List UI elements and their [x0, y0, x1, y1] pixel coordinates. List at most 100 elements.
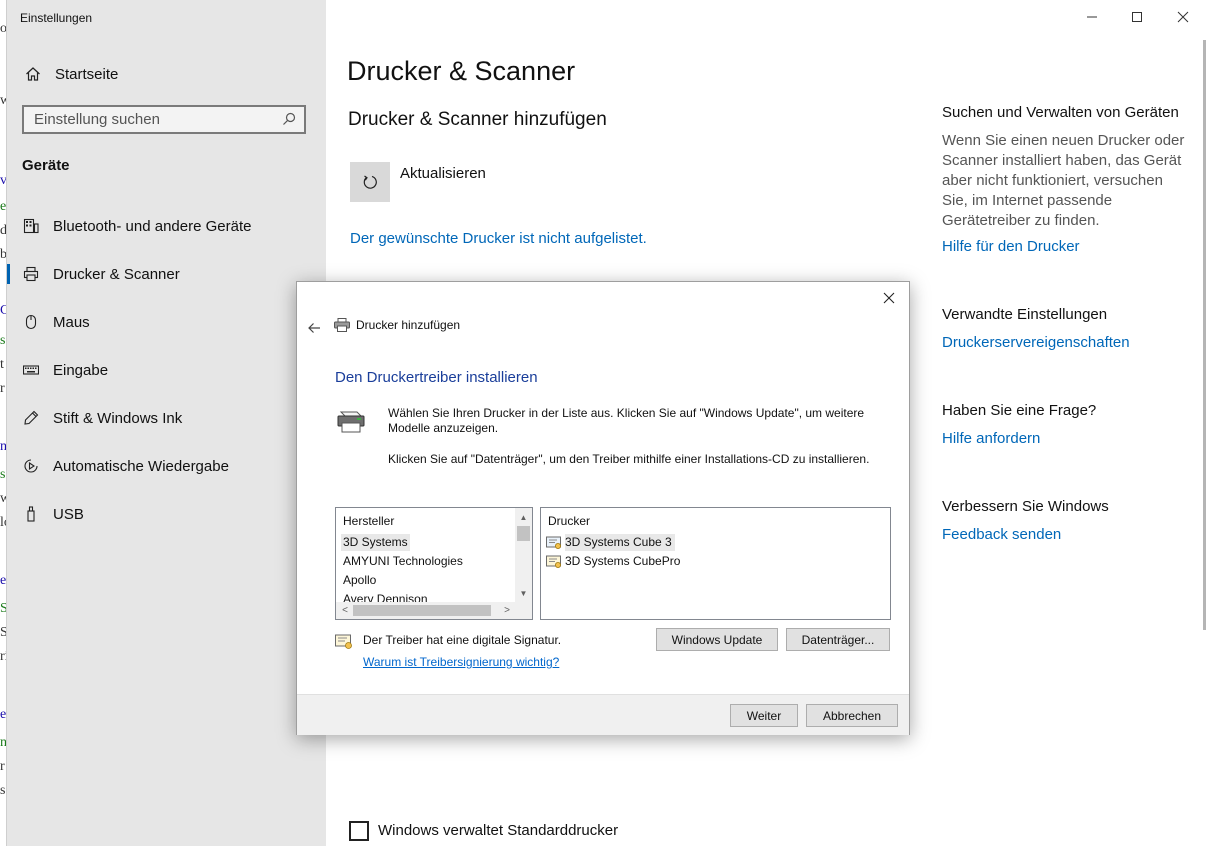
print-server-properties-link[interactable]: Druckerservereigenschaften	[942, 334, 1130, 351]
pen-icon	[22, 409, 40, 427]
dialog-close-button[interactable]	[875, 286, 903, 310]
background-text-fragment: n	[0, 736, 6, 750]
dialog-instruction-2: Klicken Sie auf "Datenträger", um den Tr…	[388, 452, 870, 466]
send-feedback-link[interactable]: Feedback senden	[942, 526, 1061, 543]
dialog-footer: Weiter Abbrechen	[297, 694, 909, 735]
sidebar-item-label: USB	[53, 505, 84, 523]
autoplay-icon	[22, 457, 40, 475]
background-text-fragment: C	[0, 304, 6, 318]
dialog-back-button[interactable]	[303, 318, 325, 338]
related-settings-heading: Verwandte Einstellungen	[942, 306, 1108, 323]
refresh-label: Aktualisieren	[400, 165, 486, 182]
background-text-fragment: e	[0, 574, 6, 588]
scrollbar-thumb[interactable]	[353, 605, 491, 616]
printer-list[interactable]: Drucker 3D Systems Cube 3 3D Systems Cub…	[540, 507, 891, 620]
page-scrollbar[interactable]	[1203, 40, 1206, 630]
manufacturer-vertical-scrollbar[interactable]: ▲ ▼	[515, 508, 532, 604]
maximize-icon	[1132, 12, 1142, 22]
minimize-button[interactable]	[1069, 4, 1115, 30]
background-text-fragment: e	[0, 200, 6, 214]
signature-status: Der Treiber hat eine digitale Signatur.	[363, 633, 562, 647]
signature-info-link[interactable]: Warum ist Treibersignierung wichtig?	[363, 655, 559, 669]
question-heading: Haben Sie eine Frage?	[942, 402, 1097, 419]
list-item[interactable]: 3D Systems CubePro	[546, 553, 683, 570]
mouse-icon	[22, 313, 40, 331]
find-devices-heading: Suchen und Verwalten von Geräten	[942, 104, 1179, 121]
scrollbar-thumb[interactable]	[517, 526, 530, 541]
default-printer-label: Windows verwaltet Standarddrucker	[378, 822, 619, 839]
sidebar-item-label: Drucker & Scanner	[53, 265, 180, 283]
keyboard-icon	[22, 361, 40, 379]
sidebar-item-printers[interactable]: Drucker & Scanner	[7, 252, 326, 296]
have-disk-button[interactable]: Datenträger...	[786, 628, 890, 651]
printer-help-link[interactable]: Hilfe für den Drucker	[942, 238, 1080, 255]
search-input[interactable]	[34, 111, 274, 128]
manufacturer-horizontal-scrollbar[interactable]: < >	[336, 602, 532, 619]
signed-driver-icon	[546, 555, 562, 569]
sidebar-item-label: Stift & Windows Ink	[53, 409, 183, 427]
printer-icon	[334, 318, 350, 332]
printer-not-listed-link[interactable]: Der gewünschte Drucker ist nicht aufgeli…	[350, 230, 647, 247]
list-item[interactable]: AMYUNI Technologies	[341, 553, 465, 570]
window-title: Einstellungen	[20, 11, 93, 25]
dialog-title: Den Druckertreiber installieren	[335, 369, 538, 386]
page-title: Drucker & Scanner	[347, 56, 576, 86]
minimize-icon	[1087, 16, 1097, 18]
scroll-left-arrow-icon[interactable]: <	[338, 602, 352, 619]
sidebar-item-autoplay[interactable]: Automatische Wiedergabe	[7, 444, 326, 488]
cancel-button[interactable]: Abbrechen	[806, 704, 898, 727]
background-text-fragment: lo	[0, 516, 6, 530]
default-printer-checkbox[interactable]	[349, 821, 369, 841]
search-icon[interactable]	[282, 112, 296, 131]
windows-update-button[interactable]: Windows Update	[656, 628, 778, 651]
get-help-link[interactable]: Hilfe anfordern	[942, 430, 1040, 447]
dialog-instruction-1: Wählen Sie Ihren Drucker in der Liste au…	[388, 406, 865, 435]
sidebar-item-bluetooth[interactable]: Bluetooth- und andere Geräte	[7, 204, 326, 248]
improve-windows-heading: Verbessern Sie Windows	[942, 498, 1109, 515]
refresh-icon	[363, 175, 377, 189]
next-button[interactable]: Weiter	[730, 704, 798, 727]
printer-name: 3D Systems Cube 3	[565, 534, 675, 551]
background-text-fragment: v	[0, 174, 6, 188]
sidebar-home[interactable]: Startseite	[23, 62, 118, 86]
background-text-fragment: t	[0, 358, 4, 372]
back-arrow-icon	[308, 323, 320, 333]
background-text-fragment: e	[0, 708, 6, 722]
background-text-fragment: b	[0, 248, 6, 262]
dialog-header-label: Drucker hinzufügen	[356, 318, 461, 332]
manufacturer-list[interactable]: Hersteller 3D Systems AMYUNI Technologie…	[335, 507, 533, 620]
sidebar-item-input[interactable]: Eingabe	[7, 348, 326, 392]
sidebar-item-pen[interactable]: Stift & Windows Ink	[7, 396, 326, 440]
settings-search[interactable]	[22, 105, 306, 134]
find-devices-text: Wenn Sie einen neuen Drucker oder Scanne…	[942, 132, 1185, 229]
list-item[interactable]: Apollo	[341, 572, 378, 589]
refresh-button[interactable]	[350, 162, 390, 202]
background-text-fragment: s	[0, 468, 6, 482]
list-item[interactable]: 3D Systems	[341, 534, 410, 551]
settings-sidebar: Einstellungen Startseite Geräte Bluetoot…	[7, 0, 326, 846]
dialog-header: Drucker hinzufügen	[334, 318, 460, 332]
sidebar-item-label: Eingabe	[53, 361, 109, 379]
maximize-button[interactable]	[1114, 4, 1160, 30]
sidebar-group-title: Geräte	[22, 157, 70, 174]
scroll-right-arrow-icon[interactable]: >	[500, 602, 514, 619]
signed-driver-icon	[546, 536, 562, 550]
manufacturer-list-header: Hersteller	[343, 514, 395, 528]
sidebar-item-usb[interactable]: USB	[7, 492, 326, 536]
close-window-button[interactable]	[1160, 4, 1206, 30]
bluetooth-devices-icon	[22, 217, 40, 235]
background-text-fragment: r	[0, 382, 5, 396]
list-item[interactable]: 3D Systems Cube 3	[546, 534, 675, 551]
printer-list-header: Drucker	[548, 514, 591, 528]
sidebar-item-label: Automatische Wiedergabe	[53, 457, 229, 475]
scroll-down-arrow-icon[interactable]: ▼	[515, 586, 532, 600]
home-icon	[23, 66, 43, 82]
printer-name: 3D Systems CubePro	[565, 554, 681, 568]
background-text-fragment: ri	[0, 650, 6, 664]
printer-icon	[22, 265, 40, 283]
sidebar-item-mouse[interactable]: Maus	[7, 300, 326, 344]
background-text-fragment: S	[0, 626, 6, 640]
scroll-up-arrow-icon[interactable]: ▲	[515, 510, 532, 524]
background-text-fragment: r	[0, 760, 5, 774]
background-window-strip: o w v e d b C s t r n s w lo e S S ri e …	[0, 0, 7, 846]
